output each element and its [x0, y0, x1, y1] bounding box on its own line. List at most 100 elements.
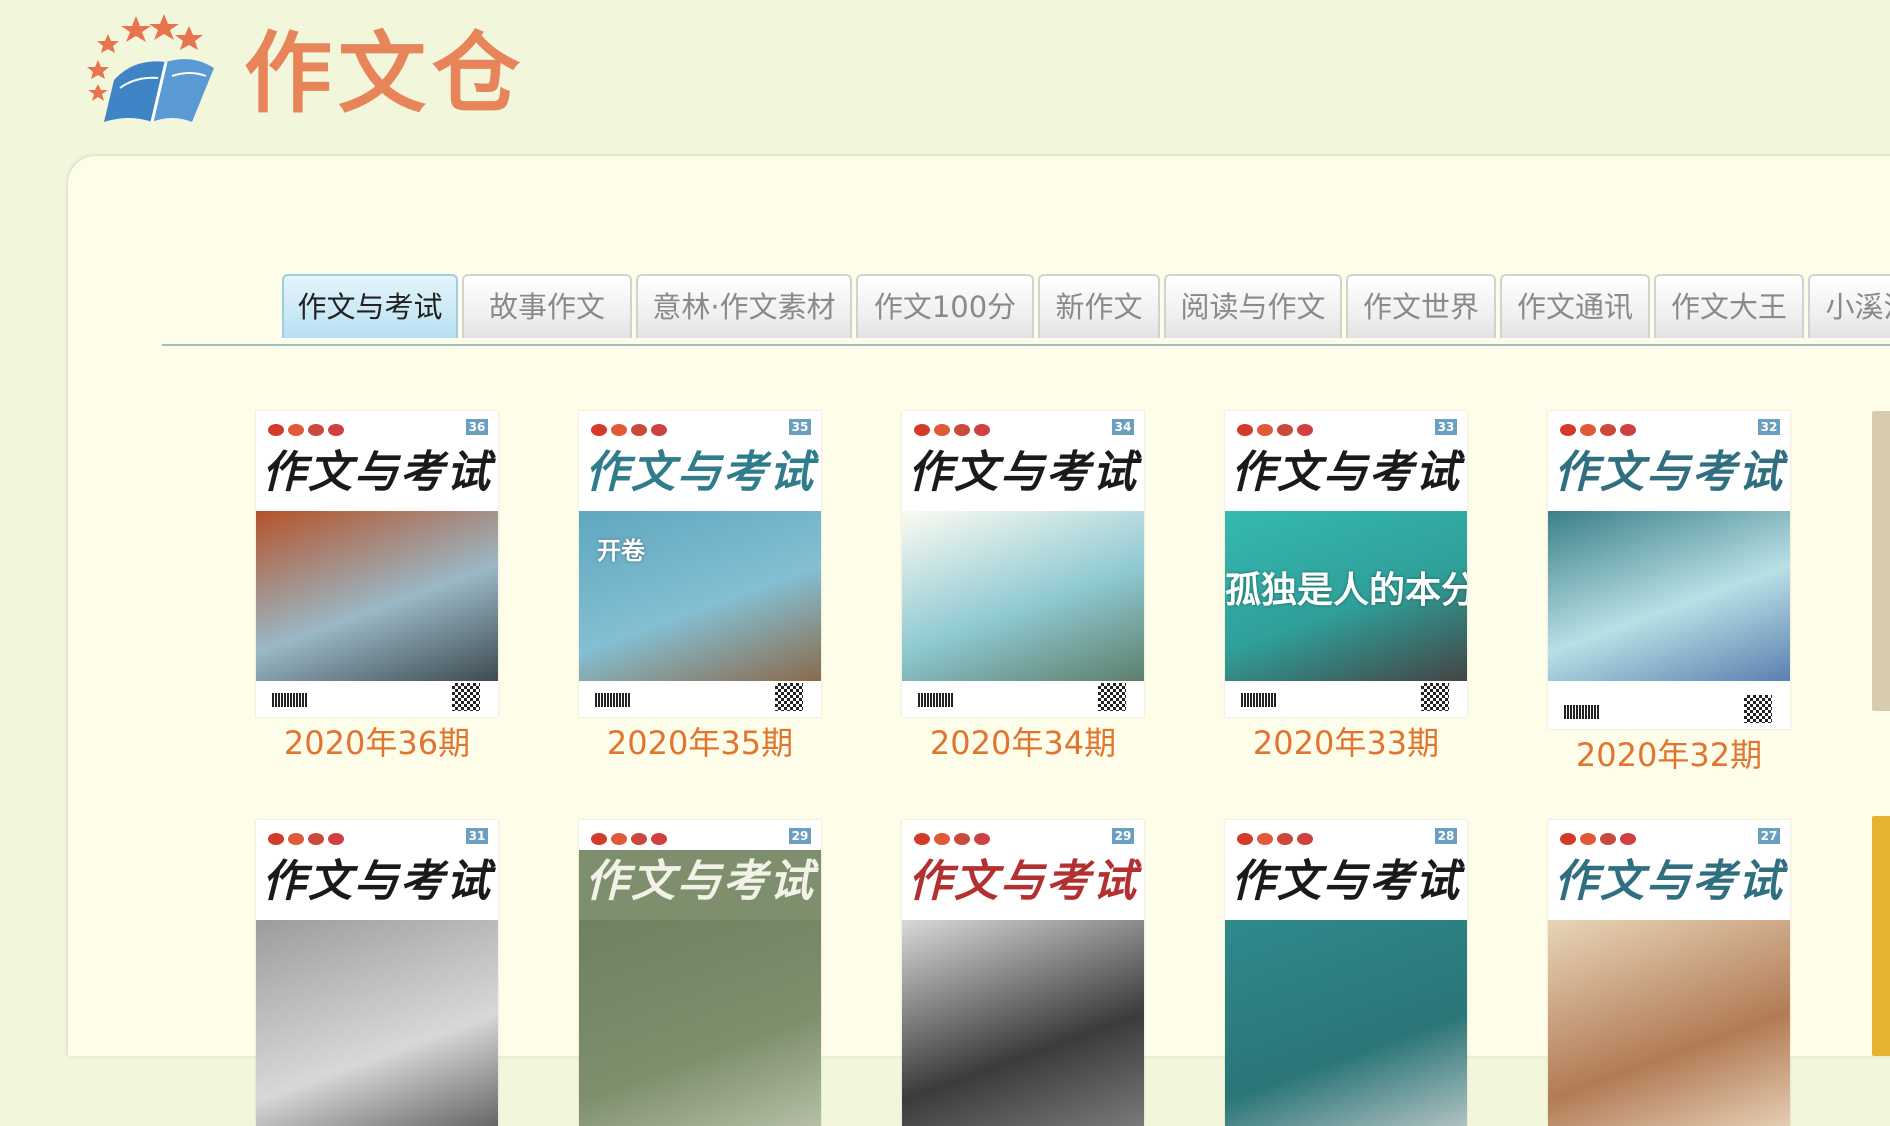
cover-emblems-icon: [1560, 830, 1640, 849]
barcode-icon: [272, 693, 308, 707]
cover-emblems-icon: [591, 421, 671, 440]
magazine-cover[interactable]: 36 作文与考试: [256, 411, 498, 717]
barcode-icon: [1241, 693, 1277, 707]
cover-issue-number: 35: [789, 419, 811, 435]
cover-issue-number: 28: [1435, 828, 1457, 844]
cover-masthead: 作文与考试: [585, 447, 815, 498]
cover-issue-number: 31: [466, 828, 488, 844]
cover-top-strip: 27: [1548, 820, 1790, 850]
magazine-card[interactable]: 27 作文与考试: [1548, 820, 1790, 1126]
site-header: 作文仓: [0, 0, 1890, 155]
magazine-cover[interactable]: 28 作文与考试: [1225, 820, 1467, 1126]
site-logo[interactable]: 作文仓: [74, 10, 520, 130]
site-logo-text: 作文仓: [244, 22, 527, 125]
cover-issue-number: 29: [1112, 828, 1134, 844]
cover-artwork: [1548, 920, 1790, 1126]
cover-masthead: 作文与考试: [1554, 447, 1784, 498]
qr-code-icon: [1744, 695, 1772, 723]
partial-magazine-cover[interactable]: [1872, 816, 1890, 1056]
barcode-icon: [595, 693, 631, 707]
magazine-cover[interactable]: 35 作文与考试开卷: [579, 411, 821, 717]
cover-artwork: 开卷: [579, 511, 821, 681]
magazine-grid: 36 作文与考试 2020年36期 35 作文与考试 开卷 2020年35期 34 作文与考试 2…: [68, 156, 1890, 1126]
cover-footer: [902, 681, 1144, 717]
barcode-icon: [918, 693, 954, 707]
cover-top-strip: 35: [579, 411, 821, 441]
cover-top-strip: 32: [1548, 411, 1790, 441]
cover-top-strip: 29: [579, 820, 821, 850]
cover-artwork: [256, 920, 498, 1126]
cover-emblems-icon: [914, 421, 994, 440]
magazine-cover[interactable]: 27 作文与考试: [1548, 820, 1790, 1126]
cover-footer: [1548, 693, 1790, 729]
cover-headline: 开卷: [597, 537, 645, 565]
magazine-card[interactable]: 31 作文与考试: [256, 820, 498, 1126]
magazine-card[interactable]: 35 作文与考试开卷 2020年35期: [579, 411, 821, 763]
cover-artwork: [256, 511, 498, 681]
magazine-cover[interactable]: 32 作文与考试: [1548, 411, 1790, 729]
cover-masthead: 作文与考试: [1231, 447, 1461, 498]
cover-issue-number: 32: [1758, 419, 1780, 435]
cover-top-strip: 34: [902, 411, 1144, 441]
cover-emblems-icon: [1560, 421, 1640, 440]
partial-magazine-cover[interactable]: [1872, 411, 1890, 711]
magazine-cover[interactable]: 31 作文与考试: [256, 820, 498, 1126]
magazine-cover[interactable]: 33 作文与考试孤独是人的本分: [1225, 411, 1467, 717]
cover-artwork: [902, 920, 1144, 1126]
magazine-cover[interactable]: 29 作文与考试: [579, 820, 821, 1126]
cover-top-strip: 36: [256, 411, 498, 441]
cover-emblems-icon: [591, 830, 671, 849]
cover-issue-number: 29: [789, 828, 811, 844]
cover-top-strip: 29: [902, 820, 1144, 850]
qr-code-icon: [775, 683, 803, 711]
cover-masthead: 作文与考试: [262, 447, 492, 498]
cover-footer: [579, 681, 821, 717]
cover-masthead: 作文与考试: [908, 447, 1138, 498]
magazine-issue-label[interactable]: 2020年32期: [1548, 735, 1790, 775]
magazine-card[interactable]: 32 作文与考试 2020年32期: [1548, 411, 1790, 775]
cover-emblems-icon: [914, 830, 994, 849]
cover-masthead: 作文与考试: [262, 856, 492, 907]
cover-artwork: [902, 511, 1144, 681]
cover-footer: [256, 681, 498, 717]
magazine-issue-label[interactable]: 2020年35期: [579, 723, 821, 763]
cover-masthead: 作文与考试: [1231, 856, 1461, 907]
magazine-card[interactable]: 29 作文与考试: [902, 820, 1144, 1126]
cover-emblems-icon: [268, 830, 348, 849]
magazine-card[interactable]: 29 作文与考试: [579, 820, 821, 1126]
cover-artwork: [579, 920, 821, 1126]
cover-artwork: [1548, 511, 1790, 681]
magazine-issue-label[interactable]: 2020年36期: [256, 723, 498, 763]
cover-artwork: [1225, 920, 1467, 1126]
cover-top-strip: 28: [1225, 820, 1467, 850]
magazine-issue-label[interactable]: 2020年33期: [1225, 723, 1467, 763]
cover-artwork: 孤独是人的本分: [1225, 511, 1467, 681]
cover-footer: [1225, 681, 1467, 717]
magazine-card[interactable]: 33 作文与考试孤独是人的本分 2020年33期: [1225, 411, 1467, 763]
magazine-issue-label[interactable]: 2020年34期: [902, 723, 1144, 763]
magazine-card[interactable]: 28 作文与考试: [1225, 820, 1467, 1126]
cover-top-strip: 31: [256, 820, 498, 850]
cover-masthead: 作文与考试: [1554, 856, 1784, 907]
magazine-card[interactable]: 34 作文与考试 2020年34期: [902, 411, 1144, 763]
cover-issue-number: 36: [466, 419, 488, 435]
qr-code-icon: [452, 683, 480, 711]
main-panel: 作文与考试 故事作文 意林·作文素材 作文100分 新作文 阅读与作文 作文世界…: [68, 156, 1890, 1126]
qr-code-icon: [1421, 683, 1449, 711]
cover-headline: 孤独是人的本分: [1225, 570, 1467, 611]
cover-emblems-icon: [268, 421, 348, 440]
cover-masthead: 作文与考试: [585, 856, 815, 907]
cover-issue-number: 33: [1435, 419, 1457, 435]
magazine-card[interactable]: 36 作文与考试 2020年36期: [256, 411, 498, 763]
qr-code-icon: [1098, 683, 1126, 711]
cover-emblems-icon: [1237, 421, 1317, 440]
cover-issue-number: 27: [1758, 828, 1780, 844]
cover-emblems-icon: [1237, 830, 1317, 849]
barcode-icon: [1564, 705, 1600, 719]
magazine-cover[interactable]: 29 作文与考试: [902, 820, 1144, 1126]
cover-masthead: 作文与考试: [908, 856, 1138, 907]
magazine-cover[interactable]: 34 作文与考试: [902, 411, 1144, 717]
open-book-with-stars-icon: [74, 10, 234, 130]
cover-top-strip: 33: [1225, 411, 1467, 441]
cover-issue-number: 34: [1112, 419, 1134, 435]
